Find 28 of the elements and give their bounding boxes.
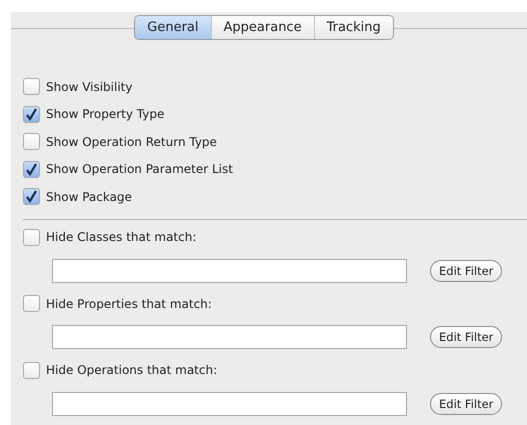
checkbox[interactable] <box>23 78 40 96</box>
checkbox[interactable] <box>23 160 40 178</box>
tab[interactable]: Appearance <box>210 16 314 39</box>
checkmark-icon <box>25 162 38 176</box>
checkbox-label: Hide Classes that match: <box>46 230 196 244</box>
tab[interactable]: General <box>135 16 211 39</box>
checkbox-label: Show Visibility <box>46 80 132 94</box>
checkbox[interactable] <box>23 188 40 206</box>
checkbox-label: Hide Operations that match: <box>46 363 218 378</box>
checkbox[interactable] <box>23 362 40 379</box>
checkmark-icon <box>25 190 38 204</box>
checkmark-icon <box>25 108 38 121</box>
checkbox-label: Show Package <box>46 190 132 204</box>
filter-field[interactable] <box>52 325 407 349</box>
checkbox-label: Hide Properties that match: <box>46 296 212 311</box>
edit-filter-button[interactable]: Edit Filter <box>430 260 502 282</box>
checkbox[interactable] <box>23 133 40 150</box>
filter-field[interactable] <box>52 258 407 282</box>
checkbox-label: Show Operation Parameter List <box>46 162 233 176</box>
edit-filter-button[interactable]: Edit Filter <box>430 326 502 348</box>
checkbox[interactable] <box>23 106 40 123</box>
filter-field[interactable] <box>52 392 407 416</box>
edit-filter-button[interactable]: Edit Filter <box>430 392 502 414</box>
tab[interactable]: Tracking <box>314 16 393 39</box>
checkbox[interactable] <box>23 295 40 312</box>
checkbox-label: Show Property Type <box>46 107 164 122</box>
checkbox[interactable] <box>23 228 40 246</box>
checkbox-label: Show Operation Return Type <box>46 134 217 149</box>
